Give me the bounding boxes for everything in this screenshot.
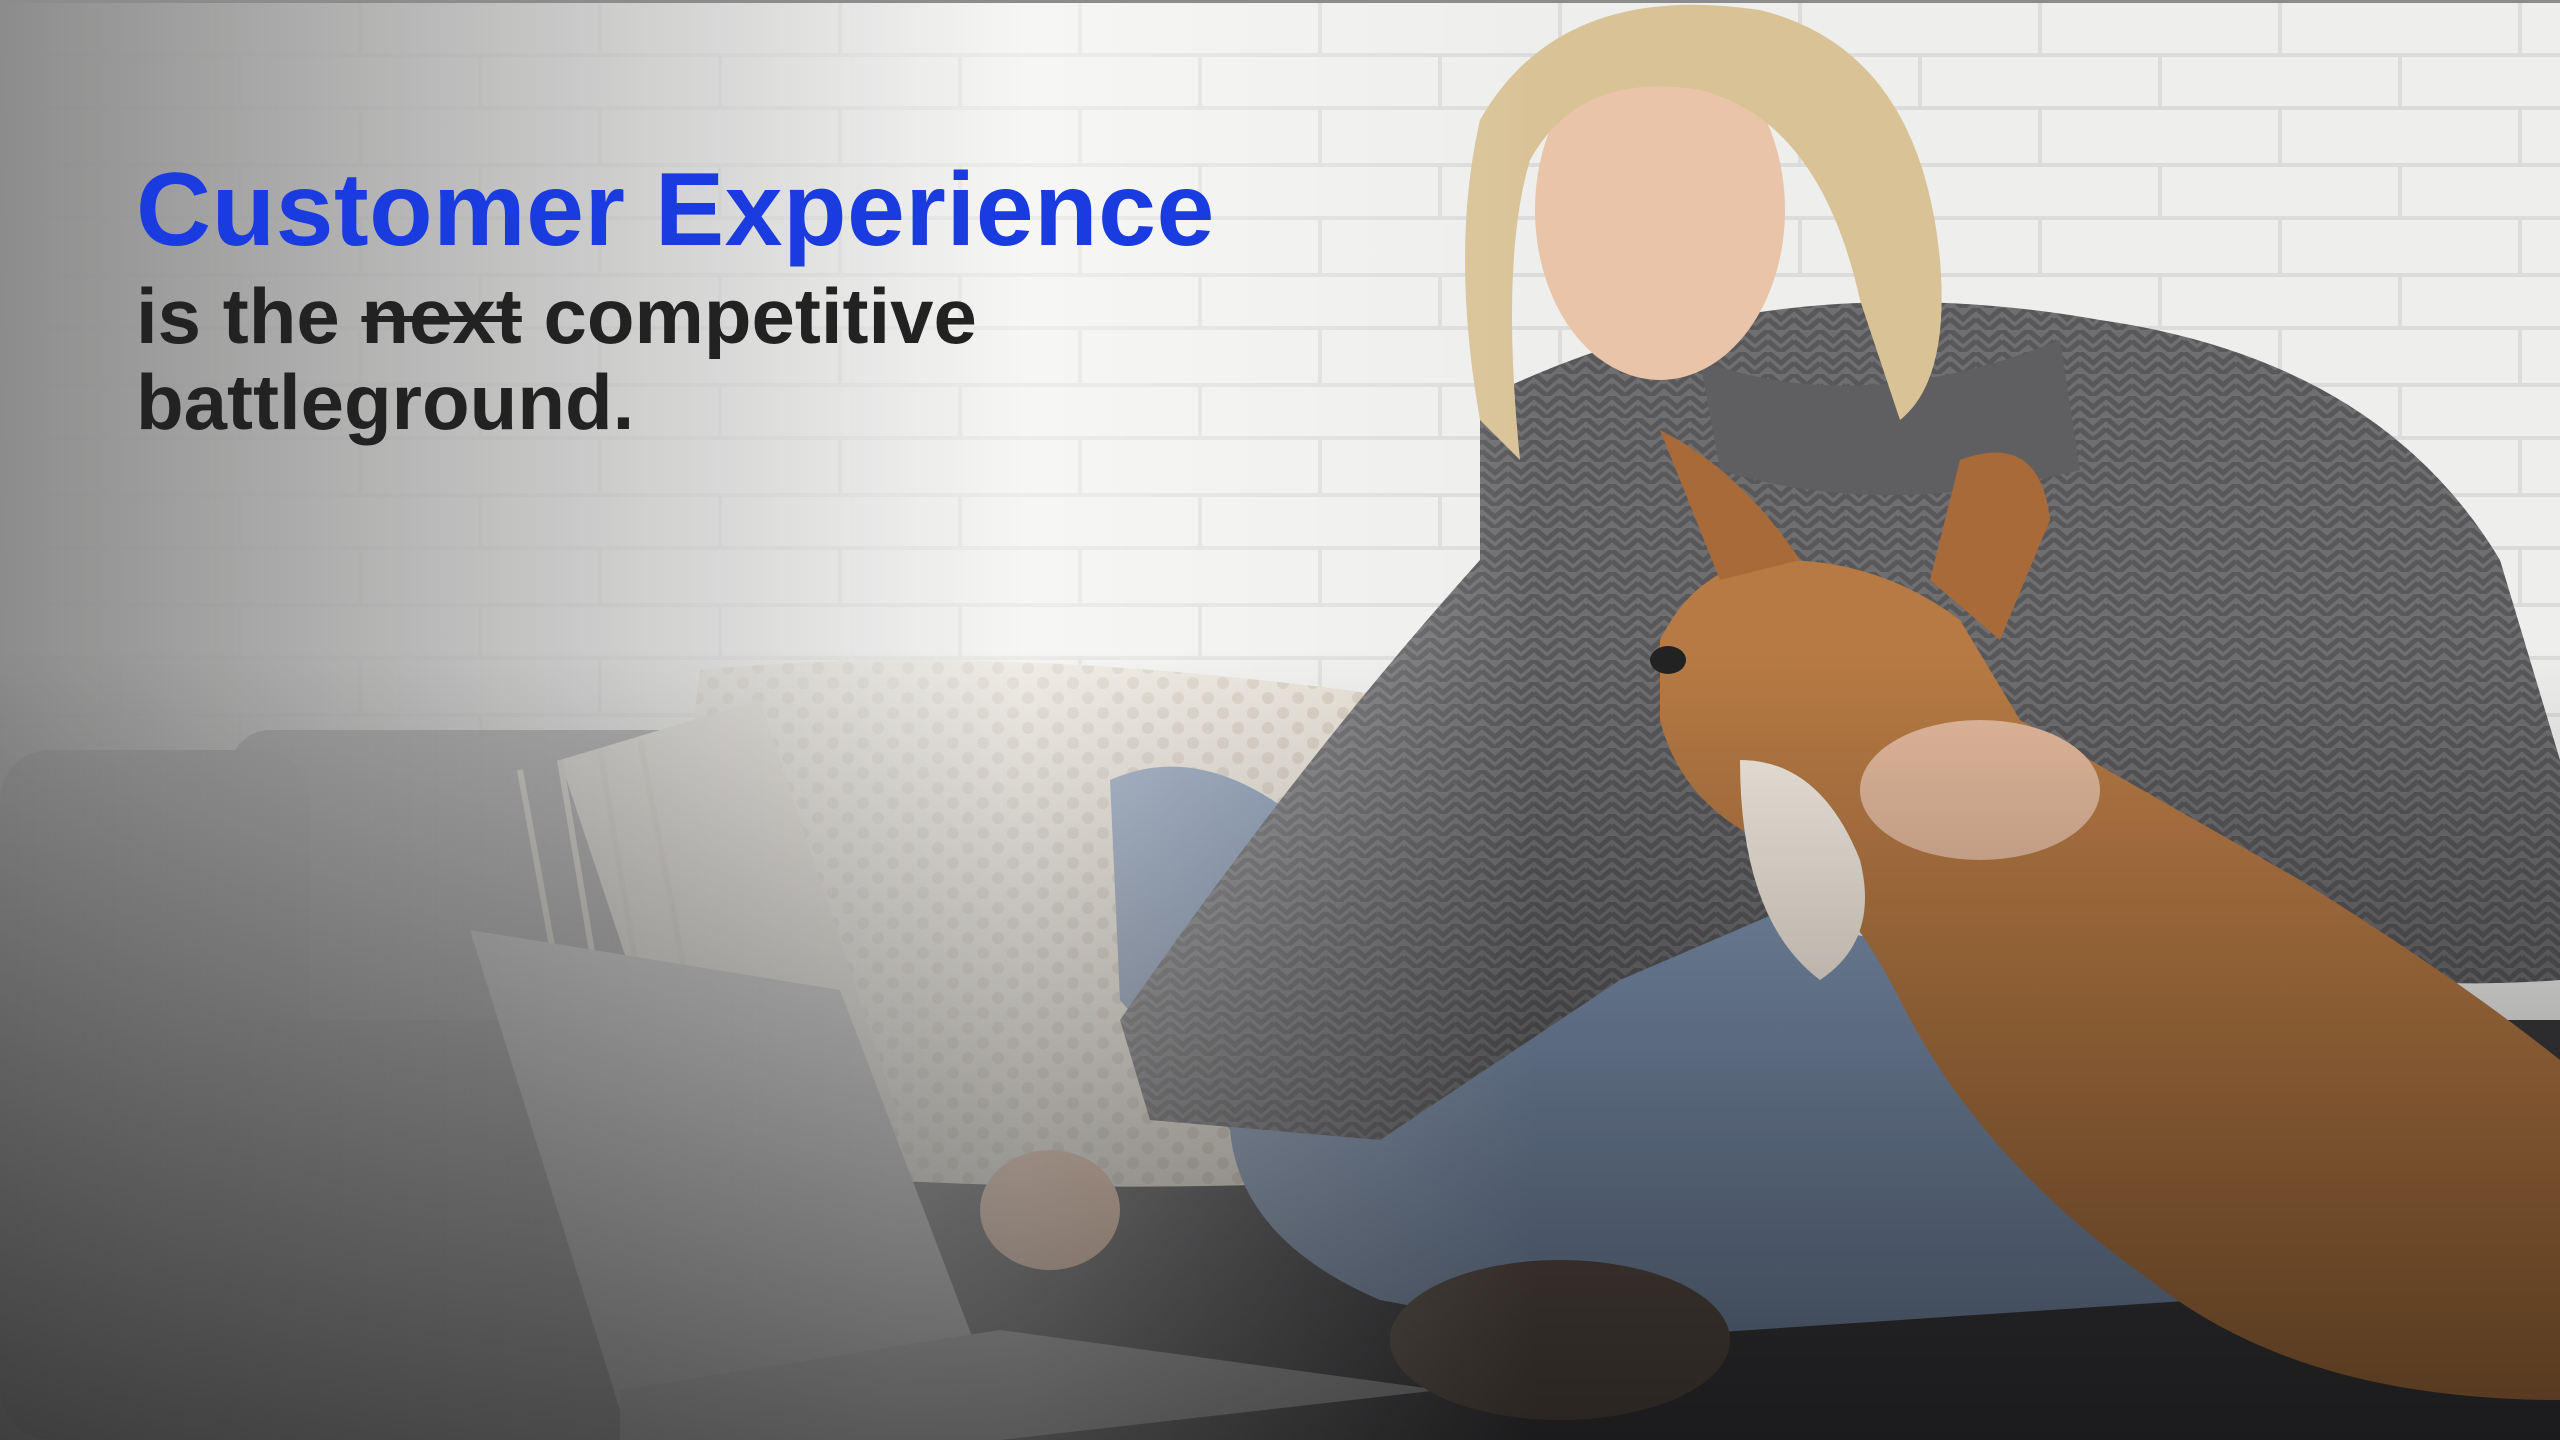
headline-body: is the next competitive battleground.: [136, 274, 1436, 446]
slide: Customer Experience is the next competit…: [0, 0, 2560, 1440]
headline-title: Customer Experience: [136, 152, 1215, 268]
line1-before: is the: [136, 272, 340, 361]
top-rule: [0, 0, 2560, 3]
headline-block: Customer Experience is the next competit…: [136, 152, 1436, 446]
headline-line-2: battleground.: [136, 358, 635, 447]
line1-after: competitive: [543, 272, 977, 361]
headline-line-1: is the next competitive: [136, 274, 1436, 360]
struck-word: next: [361, 272, 522, 361]
